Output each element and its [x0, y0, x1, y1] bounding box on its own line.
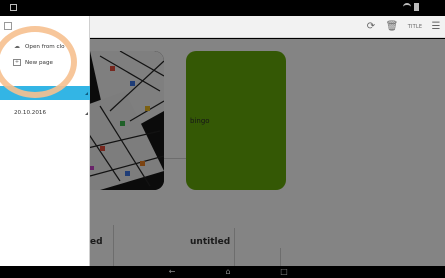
title-button[interactable]: TITLE — [406, 20, 424, 34]
back-icon[interactable]: ← — [165, 267, 179, 277]
settings-icon[interactable]: ☰ — [430, 20, 442, 34]
app-icon[interactable] — [4, 22, 12, 30]
corner-indicator-icon — [85, 112, 88, 115]
drawer-date-item[interactable]: 20.10.2016 — [0, 106, 90, 120]
system-nav-bar: ← ⌂ □ — [0, 266, 445, 278]
date-label: 20.10.2016 — [14, 110, 47, 116]
notification-icon — [10, 4, 17, 11]
corner-indicator-icon — [85, 92, 88, 95]
trash-icon[interactable]: 🗑 — [385, 20, 399, 34]
wifi-icon — [403, 3, 411, 11]
home-icon[interactable]: ⌂ — [221, 267, 235, 277]
recent-apps-icon[interactable]: □ — [277, 267, 291, 277]
drawer-scrim[interactable] — [90, 39, 445, 266]
status-bar — [0, 0, 445, 16]
sync-icon[interactable]: ⟳ — [364, 20, 378, 34]
battery-icon — [414, 3, 419, 11]
